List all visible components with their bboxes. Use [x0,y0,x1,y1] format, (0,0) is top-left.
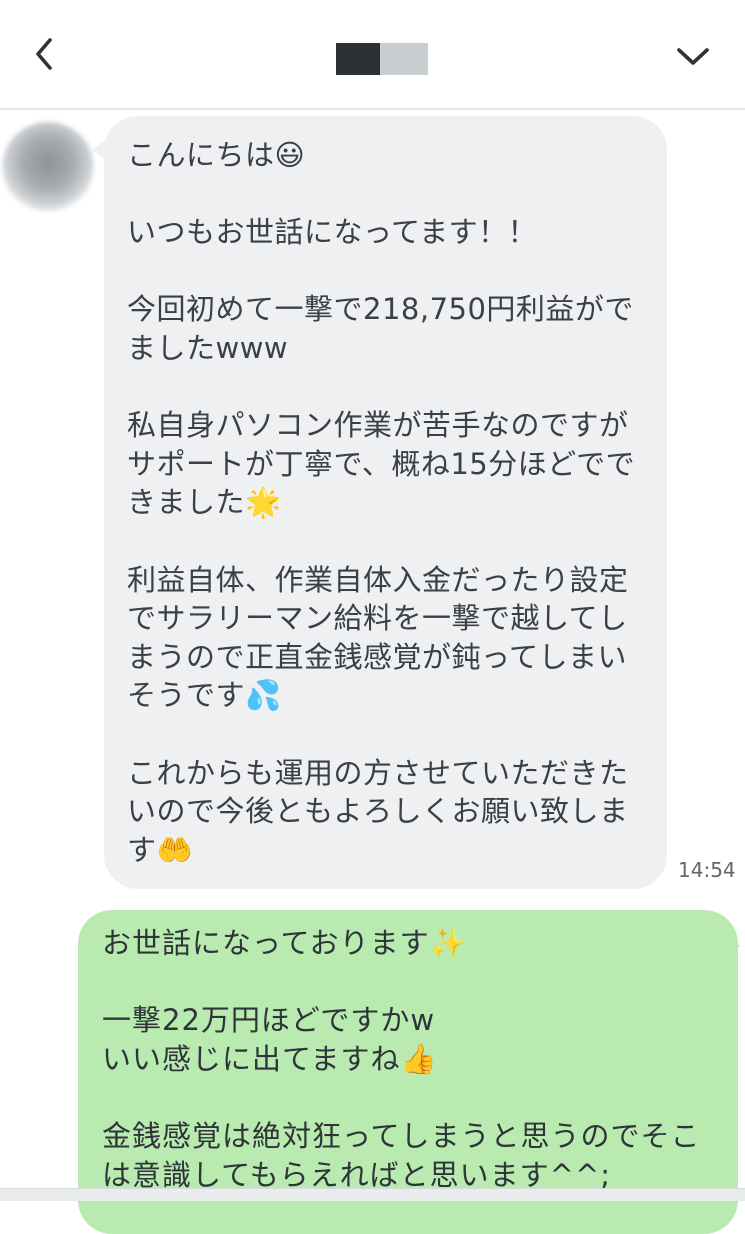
chat-header [0,0,745,110]
message-list[interactable]: こんにちは😃 いつもお世話になってます！！ 今回初めて一撃で218,750円利益… [0,110,745,1234]
chevron-left-icon [36,38,52,70]
message-timestamp: 14:54 [678,858,736,882]
chevron-down-icon [677,48,709,65]
avatar[interactable] [2,122,94,212]
menu-toggle-button[interactable] [670,38,716,74]
back-button[interactable] [26,32,66,76]
incoming-message-bubble[interactable]: こんにちは😃 いつもお世話になってます！！ 今回初めて一撃で218,750円利益… [104,116,667,890]
redacted-chat-title [336,43,428,75]
input-bar-edge [0,1188,745,1201]
outgoing-message-bubble[interactable]: お世話になっております✨ 一撃22万円ほどですかw いい感じに出てますね👍 金銭… [78,910,738,1234]
